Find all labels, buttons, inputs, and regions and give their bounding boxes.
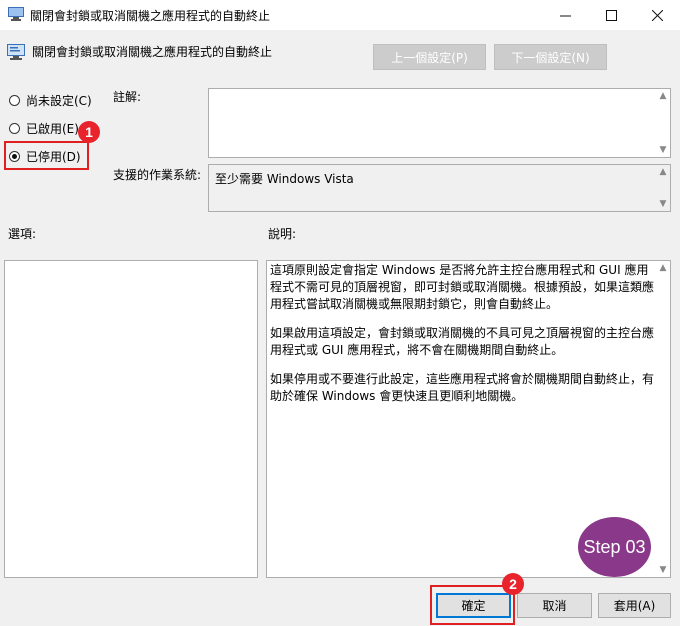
next-setting-button[interactable]: 下一個設定(N) [494,44,607,70]
cancel-button[interactable]: 取消 [517,593,592,618]
supported-os-box: 至少需要 Windows Vista ▲ ▼ [208,164,671,212]
radio-not-configured[interactable]: 尚未設定(C) [9,92,92,109]
minimize-icon [559,15,571,16]
comment-scrollbar[interactable]: ▲ ▼ [656,89,670,157]
prev-setting-button[interactable]: 上一個設定(P) [373,44,486,70]
options-label: 選項: [8,227,37,241]
scroll-up-icon[interactable]: ▲ [656,165,670,179]
minimize-button[interactable] [542,0,588,30]
scroll-down-icon[interactable]: ▼ [656,563,670,577]
supported-os-value: 至少需要 Windows Vista [215,172,354,186]
window-title: 關閉會封鎖或取消關機之應用程式的自動終止 [30,9,271,23]
help-label: 說明: [268,227,297,241]
radio-circle[interactable] [9,123,20,134]
policy-window-icon [8,7,24,21]
close-icon [651,9,663,21]
radio-circle-selected[interactable] [9,151,20,162]
policy-setting-icon [7,44,25,60]
help-text: 這項原則設定會指定 Windows 是否將允許主控台應用程式和 GUI 應用程式… [270,262,654,417]
radio-label: 已停用(D) [26,150,81,164]
scroll-down-icon[interactable]: ▼ [656,143,670,157]
scroll-up-icon[interactable]: ▲ [656,89,670,103]
help-scrollbar[interactable]: ▲ ▼ [656,261,670,577]
comment-textarea[interactable]: ▲ ▼ [208,88,671,158]
radio-dot [12,154,17,159]
supported-label: 支援的作業系統: [113,168,202,182]
step-03-badge: Step 03 [578,517,651,577]
radio-enabled[interactable]: 已啟用(E) [9,120,79,137]
scroll-up-icon[interactable]: ▲ [656,261,670,275]
ok-button[interactable]: 確定 [436,593,511,618]
help-paragraph-2: 如果啟用這項設定，會封鎖或取消關機的不具可見之頂層視窗的主控台應用程式或 GUI… [270,326,655,357]
scroll-down-icon[interactable]: ▼ [656,197,670,211]
radio-label: 尚未設定(C) [26,94,92,108]
radio-disabled[interactable]: 已停用(D) [9,148,81,165]
maximize-button[interactable] [588,0,634,30]
supported-scrollbar[interactable]: ▲ ▼ [656,165,670,211]
radio-label: 已啟用(E) [26,122,79,136]
radio-circle[interactable] [9,95,20,106]
maximize-icon [605,9,617,21]
policy-name: 關閉會封鎖或取消關機之應用程式的自動終止 [32,45,273,59]
title-bar: 關閉會封鎖或取消關機之應用程式的自動終止 [0,0,680,30]
step-badge-1: 1 [78,121,100,143]
options-pane [4,260,258,578]
comment-label: 註解: [113,90,142,104]
step-badge-2: 2 [502,573,524,595]
apply-button[interactable]: 套用(A) [598,593,671,618]
close-button[interactable] [634,0,680,30]
help-paragraph-3: 如果停用或不要進行此設定，這些應用程式將會於關機期間自動終止，有助於確保 Win… [270,372,655,403]
help-paragraph-1: 這項原則設定會指定 Windows 是否將允許主控台應用程式和 GUI 應用程式… [270,263,655,311]
